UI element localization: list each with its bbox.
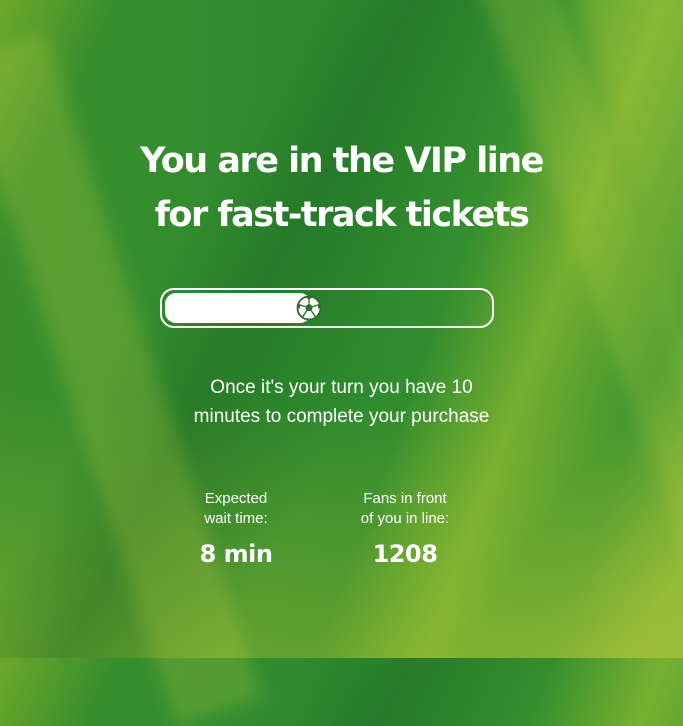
wait-time-label-line-2: wait time: <box>204 510 268 527</box>
queue-progress-fill <box>165 293 311 323</box>
purchase-time-notice: Once it's your turn you have 10 minutes … <box>0 373 683 431</box>
page-title-line-2: for fast-track tickets <box>154 195 530 235</box>
background-streak <box>470 0 683 675</box>
wait-time-stat: Expected wait time: 8 min <box>176 489 296 569</box>
background-streak <box>560 0 683 690</box>
page-title-line-1: You are in the VIP line <box>140 141 544 181</box>
queue-page: { "heading": { "line1": "You are in the … <box>0 0 683 726</box>
fans-ahead-label-line-2: of you in line: <box>360 510 450 527</box>
wait-time-value: 8 min <box>199 540 273 568</box>
soccer-ball-icon <box>296 295 322 321</box>
purchase-time-notice-line-2: minutes to complete your purchase <box>193 406 490 427</box>
wait-time-label-line-1: Expected <box>204 490 268 507</box>
queue-progress-bar <box>160 288 494 328</box>
fans-ahead-label-line-1: Fans in front <box>363 490 447 507</box>
fans-ahead-value: 1208 <box>372 540 438 568</box>
fans-ahead-stat: Fans in front of you in line: 1208 <box>335 489 475 569</box>
purchase-time-notice-line-1: Once it's your turn you have 10 <box>210 377 473 398</box>
page-title: You are in the VIP line for fast-track t… <box>0 134 683 242</box>
wait-time-label: Expected wait time: <box>176 489 296 529</box>
fans-ahead-label: Fans in front of you in line: <box>335 489 475 529</box>
